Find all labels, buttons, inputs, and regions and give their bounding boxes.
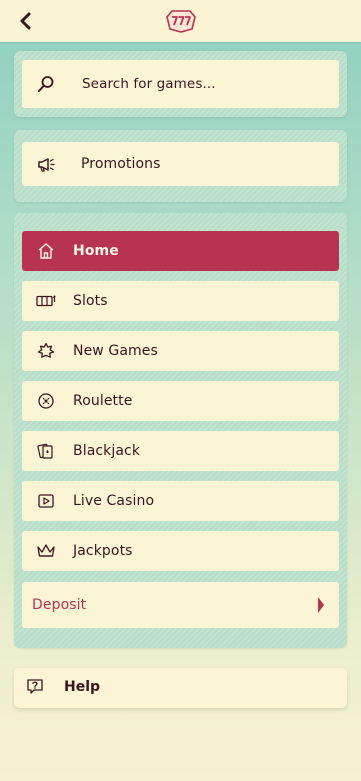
promotions-label: Promotions [81,156,161,172]
menu-item-label: Jackpots [73,543,133,559]
menu-item-roulette[interactable]: Roulette [22,381,339,421]
menu-item-live-casino[interactable]: Live Casino [22,481,339,521]
search-icon [36,74,56,94]
logo-777-icon[interactable] [166,9,196,33]
question-bubble-icon [26,678,46,698]
home-icon [36,241,56,261]
roulette-icon [36,391,56,411]
deposit-label: Deposit [32,597,87,613]
slot-reels-icon [36,291,56,311]
menu-item-slots[interactable]: Slots [22,281,339,321]
menu-item-blackjack[interactable]: Blackjack [22,431,339,471]
menu-item-label: New Games [73,343,158,359]
crown-icon [36,541,56,561]
deposit-button[interactable]: Deposit [22,582,339,628]
search-placeholder: Search for games... [82,76,216,92]
top-bar [0,0,361,42]
promotions-panel: Promotions [14,130,347,202]
menu-item-label: Home [73,243,119,259]
play-icon [36,491,56,511]
menu-item-label: Blackjack [73,443,141,459]
menu-item-label: Roulette [73,393,133,409]
search-panel: Search for games... [14,51,347,117]
help-button[interactable]: Help [14,668,347,708]
menu-item-new-games[interactable]: New Games [22,331,339,371]
cards-icon [36,441,56,461]
menu-item-label: Slots [73,293,108,309]
sparkle-badge-icon [36,341,56,361]
menu-item-label: Live Casino [73,493,155,509]
promotions-button[interactable]: Promotions [22,142,339,186]
megaphone-icon [36,154,56,174]
search-input[interactable]: Search for games... [22,60,339,108]
menu-item-home[interactable]: Home [22,231,339,271]
chevron-left-icon [18,12,32,30]
back-button[interactable] [14,9,36,33]
main-menu-panel: Home Slots New Games Roulette Blackjack … [14,213,347,648]
chevron-right-icon [317,596,325,614]
menu-item-jackpots[interactable]: Jackpots [22,531,339,571]
help-label: Help [64,679,101,695]
